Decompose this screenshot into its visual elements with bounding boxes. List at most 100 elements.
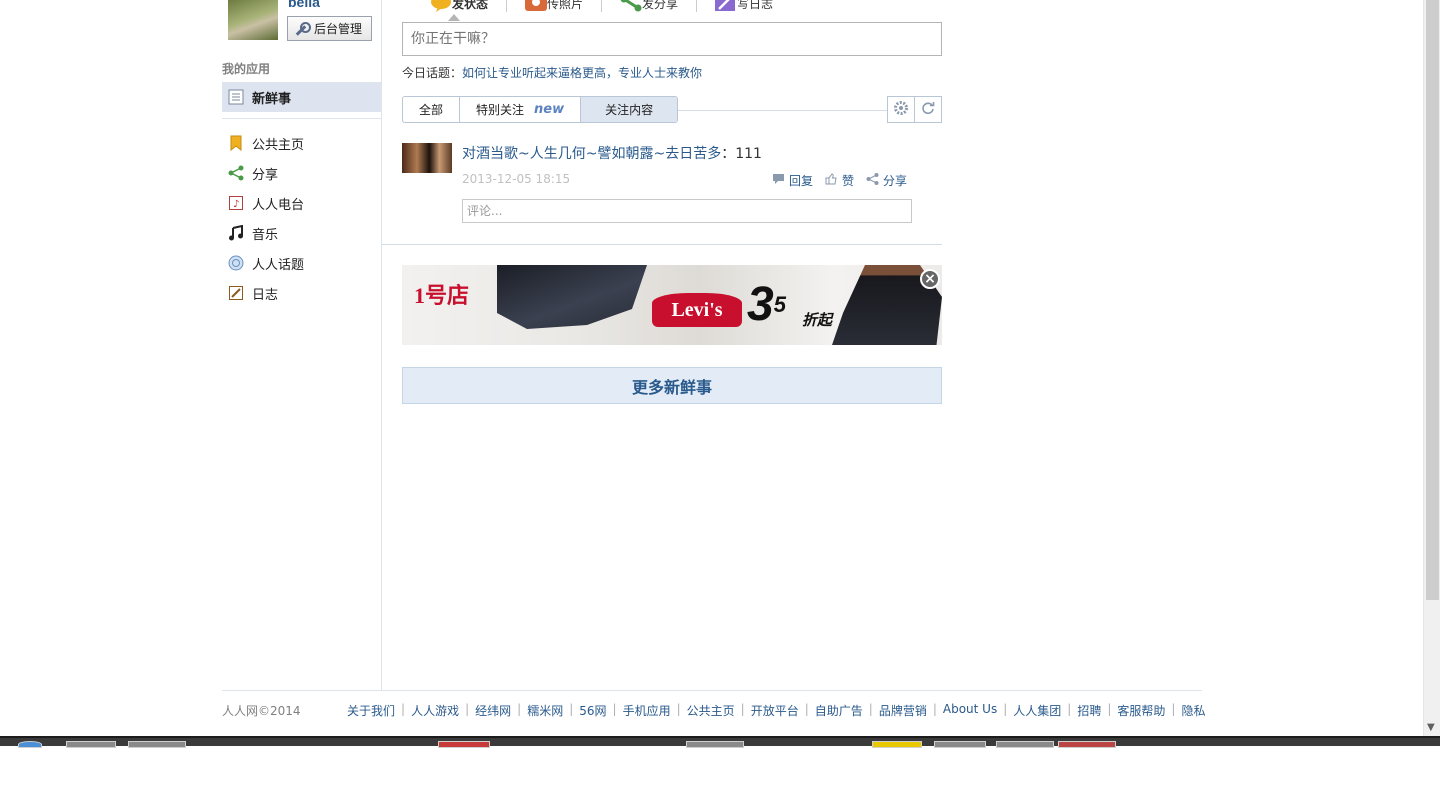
comment-icon: [772, 173, 785, 188]
thumbs-up-icon: [825, 173, 838, 188]
footer-link-divider: |: [1171, 702, 1176, 716]
today-topic: 今日话题：如何让专业听起来逼格更高，专业人士来教你: [402, 64, 702, 81]
ad-brand-logo: 1号店: [414, 277, 469, 311]
sidebar-item-label: 人人话题: [252, 257, 305, 273]
ad-discount-suffix: 折起: [802, 311, 833, 329]
sidebar-item-share[interactable]: 分享: [222, 158, 382, 188]
scroll-down-icon[interactable]: ▼: [1427, 722, 1435, 733]
like-label: 赞: [842, 174, 855, 188]
ad-brand-text: 1号店: [414, 283, 470, 308]
footer-link[interactable]: 经纬网: [475, 702, 511, 719]
footer-copyright: 人人网©2014: [222, 704, 301, 718]
footer-link[interactable]: 品牌营销: [879, 702, 927, 719]
sidebar-item-feed[interactable]: 新鲜事: [222, 82, 382, 112]
tab-share[interactable]: 发分享: [602, 0, 698, 12]
music-icon: [228, 224, 244, 241]
filter-tab-all[interactable]: 全部: [403, 97, 461, 122]
footer-link-divider: |: [465, 702, 470, 716]
sidebar-item-label: 音乐: [252, 227, 279, 243]
status-input[interactable]: [402, 22, 942, 56]
taskbar-item[interactable]: [66, 741, 116, 748]
more-feeds-button[interactable]: 更多新鲜事: [402, 367, 942, 404]
sidebar-item-topic[interactable]: 人人话题: [222, 248, 382, 278]
user-avatar[interactable]: [228, 0, 278, 40]
tab-blog[interactable]: 写日志: [697, 0, 791, 12]
feed-avatar[interactable]: [402, 143, 452, 173]
topic-link[interactable]: 如何让专业听起来逼格更高，专业人士来教你: [462, 66, 702, 80]
footer-link[interactable]: 公共主页: [687, 702, 735, 719]
taskbar-item[interactable]: [872, 741, 922, 748]
filter-tab-following[interactable]: 关注内容: [581, 97, 678, 122]
pencil-icon: [715, 0, 736, 11]
tab-label: 写日志: [737, 0, 774, 11]
footer-link[interactable]: 56网: [579, 702, 606, 719]
ad-banner[interactable]: 1号店 Levi's 35 折起 ×: [402, 265, 942, 345]
footer-links: 关于我们 | 人人游戏 | 经纬网 | 糯米网 | 56网 | 手机应用 | 公共主页 | 开放平台 | 自助广…: [347, 702, 1205, 719]
sidebar-item-label: 日志: [252, 287, 279, 303]
tab-status[interactable]: 发状态: [412, 0, 508, 12]
taskbar-item[interactable]: [128, 741, 186, 748]
filter-tab-special[interactable]: 特别关注 new: [460, 97, 582, 122]
footer-link-divider: |: [932, 702, 937, 716]
footer-link[interactable]: 人人集团: [1013, 702, 1061, 719]
sidebar-item-blog[interactable]: 日志: [222, 278, 382, 308]
feed-text-link[interactable]: 对酒当歌~人生几何~譬如朝露~去日苦多: [462, 146, 721, 162]
comment-input[interactable]: 评论...: [462, 199, 912, 223]
footer-link[interactable]: 糯米网: [527, 702, 563, 719]
footer-link-divider: |: [676, 702, 681, 716]
tab-label: 发分享: [642, 0, 679, 11]
footer-link[interactable]: 客服帮助: [1117, 702, 1165, 719]
sidebar-item-radio[interactable]: ♪ 人人电台: [222, 188, 382, 218]
scrollbar-thumb[interactable]: [1426, 0, 1439, 600]
settings-button[interactable]: [887, 96, 915, 123]
start-button[interactable]: [18, 741, 42, 748]
taskbar-item[interactable]: [934, 741, 986, 748]
apps-title: 我的应用: [222, 62, 271, 76]
filter-tab-label: 关注内容: [605, 103, 654, 117]
list-icon: [228, 89, 244, 105]
footer-link[interactable]: 关于我们: [347, 702, 395, 719]
tab-label: 发状态: [452, 0, 489, 11]
feed-separator: [382, 244, 942, 245]
close-icon: ×: [924, 271, 936, 287]
like-button[interactable]: 赞: [825, 172, 854, 189]
refresh-button[interactable]: [914, 96, 942, 123]
taskbar-item[interactable]: [686, 741, 744, 748]
share-button[interactable]: 分享: [866, 172, 907, 189]
vertical-scrollbar[interactable]: ▼: [1423, 0, 1440, 736]
footer-link[interactable]: 隐私: [1181, 702, 1205, 719]
feed-filter-bar: 全部 特别关注 new 关注内容: [402, 96, 942, 124]
footer-link[interactable]: 自助广告: [815, 702, 863, 719]
footer-link[interactable]: About Us: [943, 702, 997, 719]
footer-link[interactable]: 手机应用: [623, 702, 671, 719]
taskbar-item[interactable]: [996, 741, 1054, 748]
taskbar-item[interactable]: [1058, 741, 1116, 748]
ad-model-image-left: [497, 265, 647, 329]
footer-link[interactable]: 招聘: [1077, 702, 1101, 719]
footer-link[interactable]: 开放平台: [751, 702, 799, 719]
sidebar-item-public-page[interactable]: 公共主页: [222, 128, 382, 158]
footer-link-divider: |: [1003, 702, 1008, 716]
footer-link[interactable]: 人人游戏: [411, 702, 459, 719]
sidebar-item-label: 新鲜事: [252, 91, 292, 107]
user-name-link[interactable]: bella: [288, 0, 320, 10]
filter-tabs: 全部 特别关注 new 关注内容: [402, 96, 679, 123]
bookmark-icon: [228, 135, 244, 152]
close-ad-button[interactable]: ×: [920, 269, 940, 289]
tab-photo[interactable]: 传照片: [507, 0, 603, 12]
taskbar-item[interactable]: [438, 741, 490, 748]
sidebar-item-label: 人人电台: [252, 197, 305, 213]
share-icon: [228, 165, 244, 181]
admin-button-label: 后台管理: [314, 22, 363, 36]
ad-discount-number: 3: [747, 278, 774, 331]
footer-link-divider: |: [517, 702, 522, 716]
admin-button[interactable]: 后台管理: [287, 16, 372, 41]
feed-text-suffix: ：111: [721, 146, 762, 162]
reply-button[interactable]: 回复: [772, 172, 813, 189]
status-icon: [430, 0, 451, 12]
sidebar-item-music[interactable]: 音乐: [222, 218, 382, 248]
publisher-tabs: 发状态 传照片 发分享 写日志: [412, 0, 791, 12]
footer-divider: [222, 690, 1202, 691]
reply-label: 回复: [789, 174, 814, 188]
left-sidebar: bella 后台管理 我的应用 新鲜事 公共主页 分享 ♪ 人人电台 音乐 人人…: [222, 0, 382, 690]
